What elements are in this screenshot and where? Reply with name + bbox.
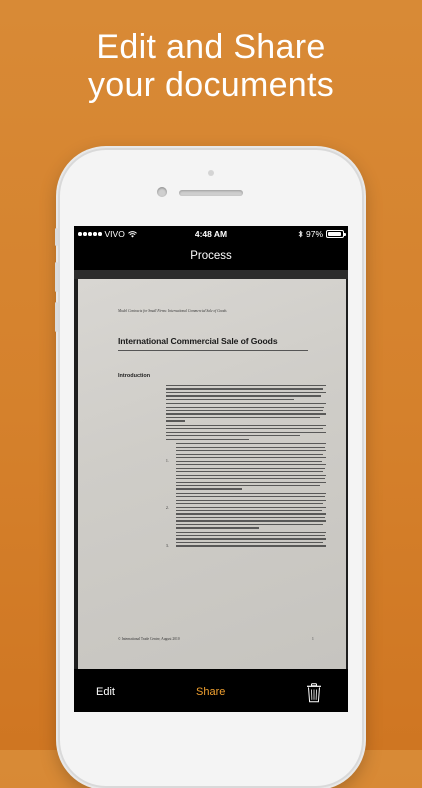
headline-line-1: Edit and Share (0, 28, 422, 66)
document-body-text (166, 385, 326, 550)
trash-icon[interactable] (306, 683, 322, 703)
status-bar: VIVO 4:48 AM 97% (74, 226, 348, 242)
body-paragraph (166, 443, 326, 489)
share-button[interactable]: Share (196, 686, 225, 698)
headline-line-2: your documents (0, 66, 422, 104)
document-section-heading: Introduction (118, 373, 150, 379)
title-rule (118, 350, 308, 351)
document-footer: © International Trade Centre, August 201… (118, 637, 180, 641)
scanned-document[interactable]: Model Contracts for Small Firms: Interna… (78, 279, 346, 669)
body-paragraph (166, 439, 326, 440)
volume-down-button (55, 302, 58, 332)
bottom-toolbar: Edit Share (74, 676, 348, 712)
document-title: International Commercial Sale of Goods (118, 336, 278, 346)
bluetooth-icon (298, 230, 303, 238)
list-number: 1. (166, 459, 169, 463)
nav-title: Process (190, 250, 232, 262)
body-paragraph (166, 425, 326, 437)
battery-percent: 97% (306, 229, 323, 239)
document-preview-area: Model Contracts for Small Firms: Interna… (74, 279, 348, 669)
proximity-sensor (208, 170, 214, 176)
list-number: 2. (166, 506, 169, 510)
body-paragraph (166, 493, 326, 529)
body-paragraph (166, 532, 326, 547)
earpiece-speaker (179, 190, 243, 196)
document-running-head: Model Contracts for Small Firms: Interna… (118, 309, 227, 313)
divider-stripe (74, 270, 348, 279)
edit-button[interactable]: Edit (96, 686, 115, 698)
volume-up-button (55, 262, 58, 292)
marketing-headline: Edit and Share your documents (0, 28, 422, 104)
mute-switch (55, 228, 58, 246)
body-paragraph (166, 403, 326, 422)
front-camera (157, 187, 167, 197)
navigation-bar: Process (74, 242, 348, 270)
list-number: 3. (166, 544, 169, 548)
body-paragraph (166, 385, 326, 400)
battery-icon (326, 230, 344, 238)
document-page-number: 1 (312, 637, 314, 641)
phone-screen: VIVO 4:48 AM 97% Process Model Contracts… (74, 226, 348, 712)
